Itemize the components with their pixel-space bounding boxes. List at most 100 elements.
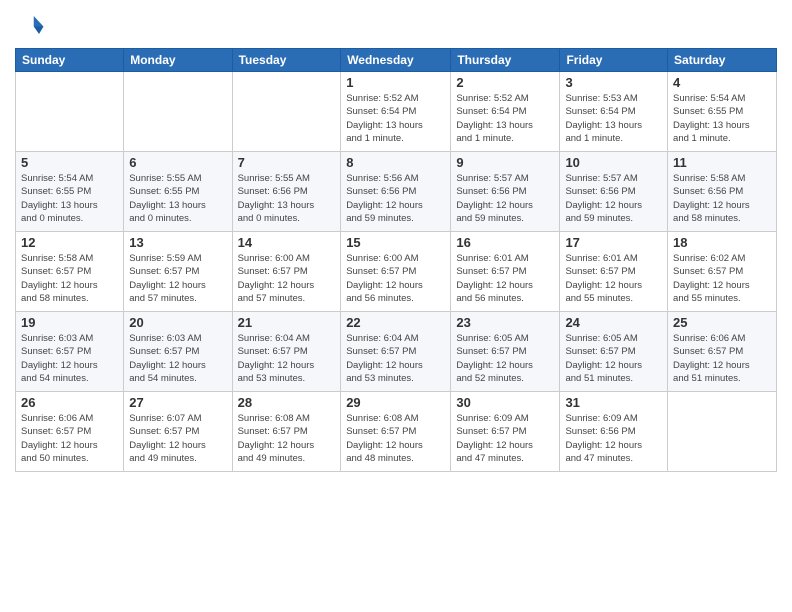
calendar-cell: 14Sunrise: 6:00 AM Sunset: 6:57 PM Dayli… bbox=[232, 232, 341, 312]
day-number: 25 bbox=[673, 315, 771, 330]
calendar-cell: 4 Sunrise: 5:54 AM Sunset: 6:55 PM Daylig… bbox=[668, 72, 777, 152]
day-info: Sunrise: 6:05 AM Sunset: 6:57 PM Dayligh… bbox=[565, 332, 662, 385]
calendar-cell: 31 Sunrise: 6:09 AM Sunset: 6:56 PM Dayli… bbox=[560, 392, 668, 472]
day-info: Sunrise: 5:58 AM Sunset: 6:56 PM Dayligh… bbox=[673, 172, 771, 225]
header bbox=[15, 10, 777, 40]
calendar-cell: 18 Sunrise: 6:02 AM Sunset: 6:57 PM Dayli… bbox=[668, 232, 777, 312]
week-row-1: 1Sunrise: 5:52 AM Sunset: 6:54 PM Daylig… bbox=[16, 72, 777, 152]
day-info: Sunrise: 6:01 AM Sunset: 6:57 PM Dayligh… bbox=[565, 252, 662, 305]
day-number: 7 bbox=[238, 155, 336, 170]
day-info: Sunrise: 6:08 AM Sunset: 6:57 PM Dayligh… bbox=[238, 412, 336, 465]
day-number: 28 bbox=[238, 395, 336, 410]
day-number: 8 bbox=[346, 155, 445, 170]
day-number: 12 bbox=[21, 235, 118, 250]
calendar-cell: 17 Sunrise: 6:01 AM Sunset: 6:57 PM Dayli… bbox=[560, 232, 668, 312]
calendar-cell: 29 Sunrise: 6:08 AM Sunset: 6:57 PM Dayli… bbox=[341, 392, 451, 472]
day-info: Sunrise: 6:02 AM Sunset: 6:57 PM Dayligh… bbox=[673, 252, 771, 305]
day-number: 23 bbox=[456, 315, 554, 330]
day-info: Sunrise: 5:57 AM Sunset: 6:56 PM Dayligh… bbox=[456, 172, 554, 225]
day-number: 15 bbox=[346, 235, 445, 250]
day-number: 14 bbox=[238, 235, 336, 250]
weekday-tuesday: Tuesday bbox=[232, 49, 341, 72]
day-info: Sunrise: 5:54 AM Sunset: 6:55 PM Dayligh… bbox=[21, 172, 118, 225]
day-info: Sunrise: 6:03 AM Sunset: 6:57 PM Dayligh… bbox=[21, 332, 118, 385]
calendar-cell: 9 Sunrise: 5:57 AM Sunset: 6:56 PM Daylig… bbox=[451, 152, 560, 232]
calendar-cell: 13Sunrise: 5:59 AM Sunset: 6:57 PM Dayli… bbox=[124, 232, 232, 312]
day-number: 24 bbox=[565, 315, 662, 330]
calendar-cell: 10Sunrise: 5:57 AM Sunset: 6:56 PM Dayli… bbox=[560, 152, 668, 232]
day-info: Sunrise: 5:52 AM Sunset: 6:54 PM Dayligh… bbox=[346, 92, 445, 145]
day-number: 2 bbox=[456, 75, 554, 90]
logo bbox=[15, 10, 49, 40]
day-number: 31 bbox=[565, 395, 662, 410]
weekday-wednesday: Wednesday bbox=[341, 49, 451, 72]
week-row-5: 26Sunrise: 6:06 AM Sunset: 6:57 PM Dayli… bbox=[16, 392, 777, 472]
day-info: Sunrise: 5:59 AM Sunset: 6:57 PM Dayligh… bbox=[129, 252, 226, 305]
calendar-cell: 25 Sunrise: 6:06 AM Sunset: 6:57 PM Dayli… bbox=[668, 312, 777, 392]
day-number: 18 bbox=[673, 235, 771, 250]
day-info: Sunrise: 6:08 AM Sunset: 6:57 PM Dayligh… bbox=[346, 412, 445, 465]
logo-icon bbox=[15, 10, 45, 40]
day-number: 5 bbox=[21, 155, 118, 170]
weekday-header-row: SundayMondayTuesdayWednesdayThursdayFrid… bbox=[16, 49, 777, 72]
calendar: SundayMondayTuesdayWednesdayThursdayFrid… bbox=[15, 48, 777, 472]
day-number: 20 bbox=[129, 315, 226, 330]
weekday-monday: Monday bbox=[124, 49, 232, 72]
day-number: 4 bbox=[673, 75, 771, 90]
weekday-saturday: Saturday bbox=[668, 49, 777, 72]
day-number: 9 bbox=[456, 155, 554, 170]
day-info: Sunrise: 6:09 AM Sunset: 6:57 PM Dayligh… bbox=[456, 412, 554, 465]
page: SundayMondayTuesdayWednesdayThursdayFrid… bbox=[0, 0, 792, 612]
day-info: Sunrise: 6:06 AM Sunset: 6:57 PM Dayligh… bbox=[673, 332, 771, 385]
day-number: 29 bbox=[346, 395, 445, 410]
week-row-3: 12 Sunrise: 5:58 AM Sunset: 6:57 PM Dayli… bbox=[16, 232, 777, 312]
calendar-cell: 5 Sunrise: 5:54 AM Sunset: 6:55 PM Daylig… bbox=[16, 152, 124, 232]
calendar-cell: 19Sunrise: 6:03 AM Sunset: 6:57 PM Dayli… bbox=[16, 312, 124, 392]
day-info: Sunrise: 5:52 AM Sunset: 6:54 PM Dayligh… bbox=[456, 92, 554, 145]
calendar-cell bbox=[16, 72, 124, 152]
calendar-cell: 3Sunrise: 5:53 AM Sunset: 6:54 PM Daylig… bbox=[560, 72, 668, 152]
calendar-cell: 15 Sunrise: 6:00 AM Sunset: 6:57 PM Dayli… bbox=[341, 232, 451, 312]
calendar-cell: 2 Sunrise: 5:52 AM Sunset: 6:54 PM Daylig… bbox=[451, 72, 560, 152]
week-row-2: 5 Sunrise: 5:54 AM Sunset: 6:55 PM Daylig… bbox=[16, 152, 777, 232]
week-row-4: 19Sunrise: 6:03 AM Sunset: 6:57 PM Dayli… bbox=[16, 312, 777, 392]
day-number: 27 bbox=[129, 395, 226, 410]
day-info: Sunrise: 6:09 AM Sunset: 6:56 PM Dayligh… bbox=[565, 412, 662, 465]
calendar-cell: 16Sunrise: 6:01 AM Sunset: 6:57 PM Dayli… bbox=[451, 232, 560, 312]
day-info: Sunrise: 5:58 AM Sunset: 6:57 PM Dayligh… bbox=[21, 252, 118, 305]
day-info: Sunrise: 5:55 AM Sunset: 6:56 PM Dayligh… bbox=[238, 172, 336, 225]
weekday-sunday: Sunday bbox=[16, 49, 124, 72]
day-number: 11 bbox=[673, 155, 771, 170]
calendar-cell: 7 Sunrise: 5:55 AM Sunset: 6:56 PM Daylig… bbox=[232, 152, 341, 232]
day-number: 22 bbox=[346, 315, 445, 330]
calendar-cell: 30 Sunrise: 6:09 AM Sunset: 6:57 PM Dayli… bbox=[451, 392, 560, 472]
calendar-cell bbox=[668, 392, 777, 472]
day-info: Sunrise: 5:55 AM Sunset: 6:55 PM Dayligh… bbox=[129, 172, 226, 225]
day-info: Sunrise: 6:00 AM Sunset: 6:57 PM Dayligh… bbox=[346, 252, 445, 305]
calendar-cell: 22 Sunrise: 6:04 AM Sunset: 6:57 PM Dayli… bbox=[341, 312, 451, 392]
day-number: 30 bbox=[456, 395, 554, 410]
calendar-cell bbox=[232, 72, 341, 152]
calendar-cell: 21Sunrise: 6:04 AM Sunset: 6:57 PM Dayli… bbox=[232, 312, 341, 392]
day-info: Sunrise: 6:05 AM Sunset: 6:57 PM Dayligh… bbox=[456, 332, 554, 385]
day-number: 17 bbox=[565, 235, 662, 250]
day-number: 26 bbox=[21, 395, 118, 410]
calendar-cell: 23 Sunrise: 6:05 AM Sunset: 6:57 PM Dayli… bbox=[451, 312, 560, 392]
day-info: Sunrise: 6:04 AM Sunset: 6:57 PM Dayligh… bbox=[346, 332, 445, 385]
calendar-cell: 12 Sunrise: 5:58 AM Sunset: 6:57 PM Dayli… bbox=[16, 232, 124, 312]
day-number: 6 bbox=[129, 155, 226, 170]
calendar-cell: 20 Sunrise: 6:03 AM Sunset: 6:57 PM Dayli… bbox=[124, 312, 232, 392]
day-info: Sunrise: 5:56 AM Sunset: 6:56 PM Dayligh… bbox=[346, 172, 445, 225]
calendar-cell: 24 Sunrise: 6:05 AM Sunset: 6:57 PM Dayli… bbox=[560, 312, 668, 392]
calendar-cell: 11 Sunrise: 5:58 AM Sunset: 6:56 PM Dayli… bbox=[668, 152, 777, 232]
weekday-thursday: Thursday bbox=[451, 49, 560, 72]
day-info: Sunrise: 5:53 AM Sunset: 6:54 PM Dayligh… bbox=[565, 92, 662, 145]
day-info: Sunrise: 5:54 AM Sunset: 6:55 PM Dayligh… bbox=[673, 92, 771, 145]
day-info: Sunrise: 6:03 AM Sunset: 6:57 PM Dayligh… bbox=[129, 332, 226, 385]
calendar-cell: 26Sunrise: 6:06 AM Sunset: 6:57 PM Dayli… bbox=[16, 392, 124, 472]
calendar-cell: 27Sunrise: 6:07 AM Sunset: 6:57 PM Dayli… bbox=[124, 392, 232, 472]
day-info: Sunrise: 6:01 AM Sunset: 6:57 PM Dayligh… bbox=[456, 252, 554, 305]
calendar-cell: 1Sunrise: 5:52 AM Sunset: 6:54 PM Daylig… bbox=[341, 72, 451, 152]
calendar-cell bbox=[124, 72, 232, 152]
day-info: Sunrise: 5:57 AM Sunset: 6:56 PM Dayligh… bbox=[565, 172, 662, 225]
